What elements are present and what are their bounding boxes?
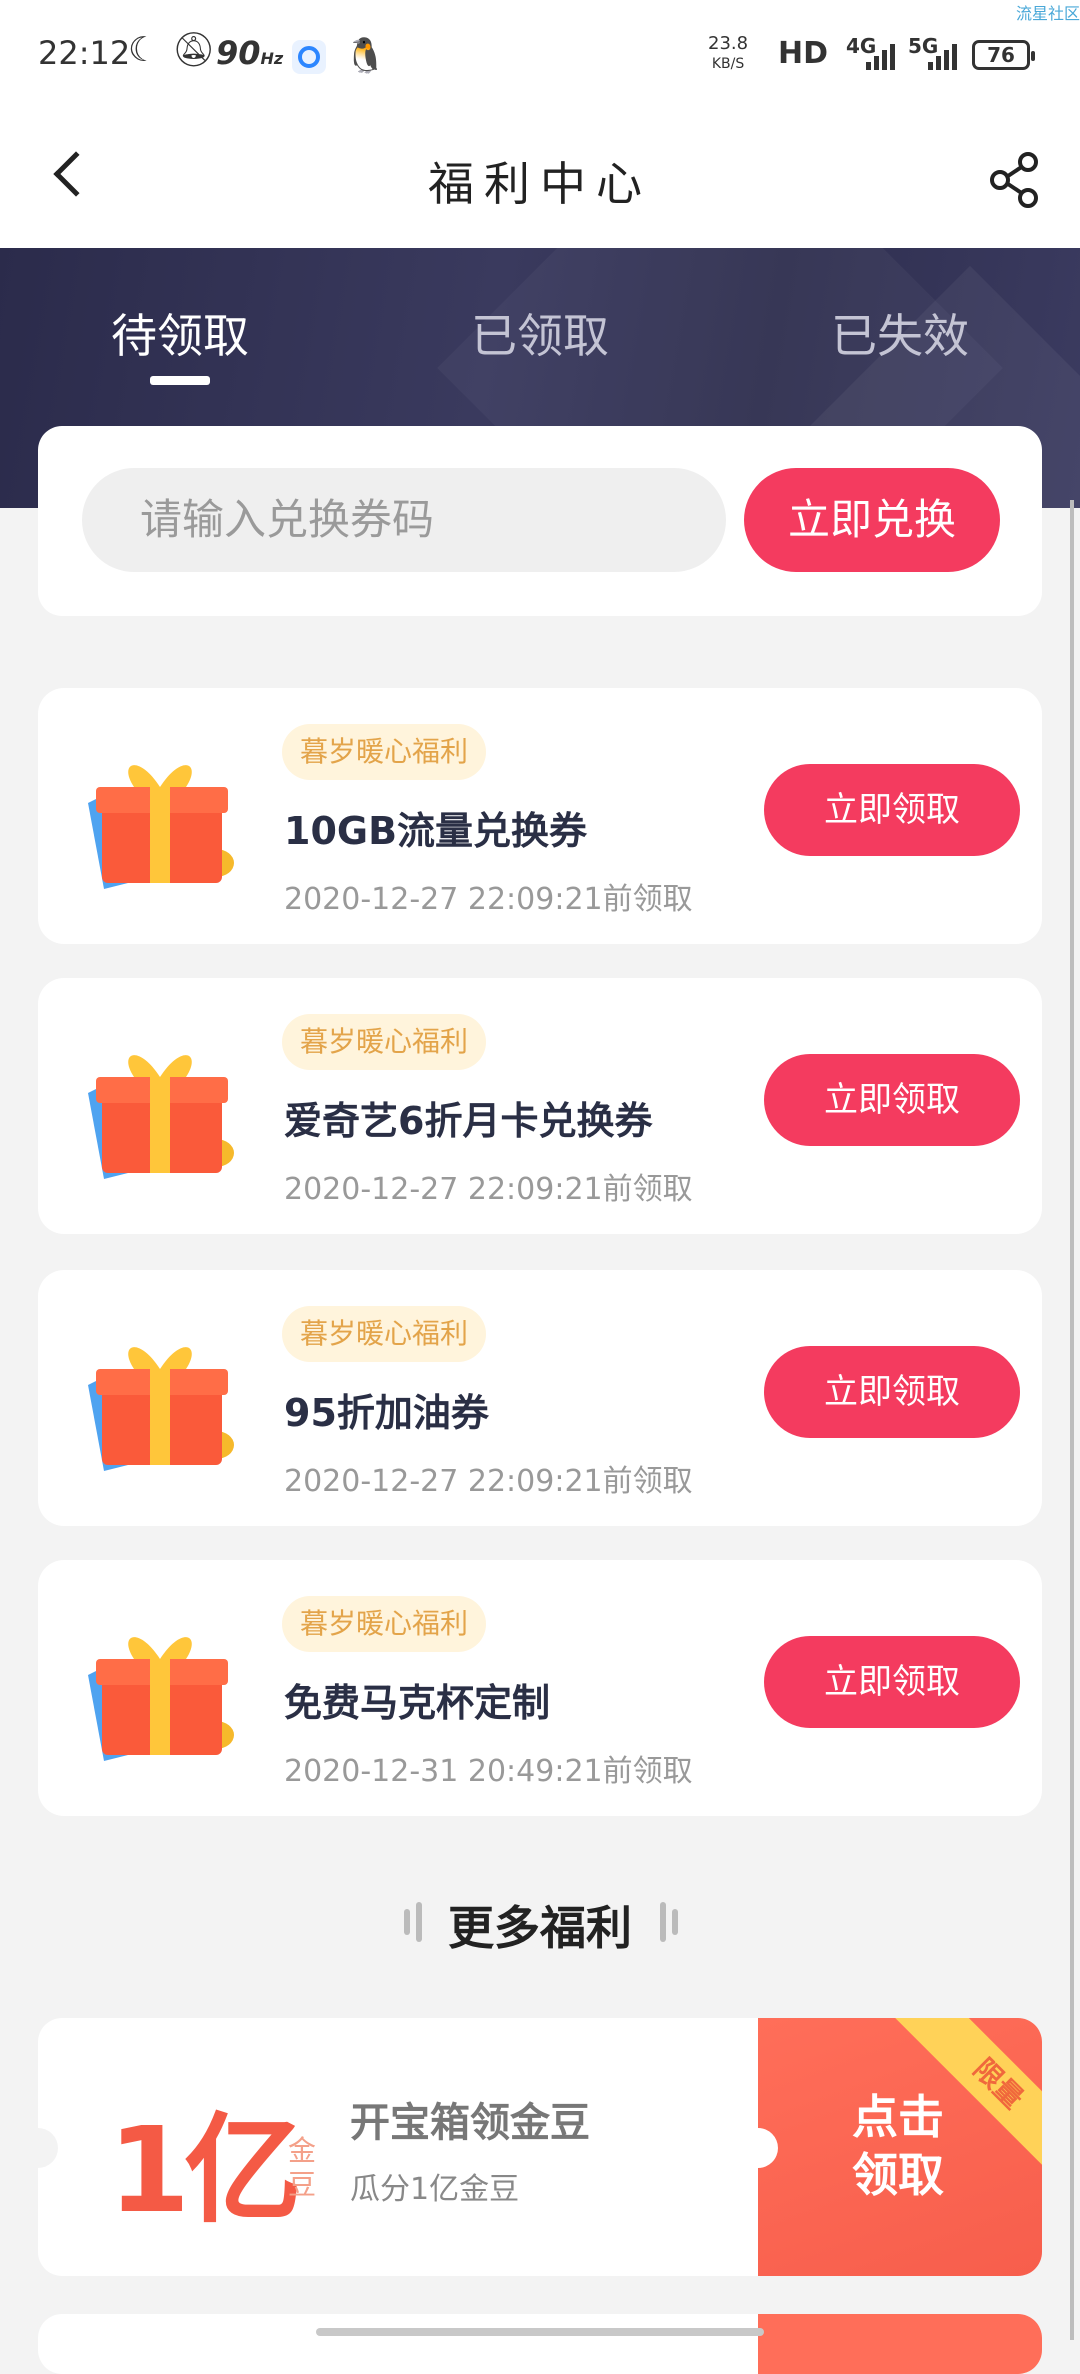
status-time: 22:12 bbox=[38, 34, 131, 72]
promo-cta-button[interactable]: 点击 领取 bbox=[798, 2088, 998, 2204]
promo-cta-panel[interactable]: 限量 点击 领取 bbox=[738, 2018, 1042, 2276]
nav-bar: 福利中心 bbox=[0, 110, 1080, 248]
network-speed: 23.8 KB/S bbox=[708, 33, 749, 73]
coupon-deadline: 2020-12-27 22:09:21前领取 bbox=[284, 1172, 693, 1207]
promo-unit: 金豆 bbox=[288, 2134, 317, 2201]
coupon-card: 暮岁暖心福利 95折加油券 2020-12-27 22:09:21前领取 立即领… bbox=[38, 1270, 1042, 1526]
bell-muted-icon: 🔕︎ bbox=[172, 30, 216, 70]
promo-subtitle: 瓜分1亿金豆 bbox=[350, 2172, 520, 2207]
gift-box-icon bbox=[88, 1637, 234, 1761]
redeem-button[interactable]: 立即兑换 bbox=[744, 468, 1000, 572]
claim-button[interactable]: 立即领取 bbox=[764, 764, 1020, 856]
qq-penguin-icon: 🐧 bbox=[344, 36, 387, 76]
claim-button[interactable]: 立即领取 bbox=[764, 1054, 1020, 1146]
ticket-notch bbox=[38, 2128, 58, 2168]
share-icon[interactable] bbox=[984, 150, 1044, 210]
refresh-rate: 90Hz bbox=[216, 34, 284, 72]
promo-amount: 1亿 bbox=[108, 2101, 302, 2239]
hd-indicator: HD bbox=[778, 36, 829, 71]
coupon-tag: 暮岁暖心福利 bbox=[282, 724, 487, 780]
active-tab-indicator bbox=[150, 376, 210, 385]
status-bar: 22:12 ☾ 🔕︎ 90Hz 🐧 23.8 KB/S HD 4G 5G 76 … bbox=[0, 0, 1080, 110]
watermark-text: 流星社区 bbox=[1016, 4, 1080, 23]
battery-icon: 76 bbox=[972, 40, 1035, 70]
redeem-code-input[interactable]: 请输入兑换券码 bbox=[82, 468, 726, 572]
promo-card[interactable]: 1亿 金豆 开宝箱领金豆 瓜分1亿金豆 限量 点击 领取 bbox=[38, 2018, 1042, 2276]
gift-box-icon bbox=[88, 1347, 234, 1471]
coupon-tag: 暮岁暖心福利 bbox=[282, 1596, 487, 1652]
gift-box-icon bbox=[88, 765, 234, 889]
coupon-deadline: 2020-12-31 20:49:21前领取 bbox=[284, 1754, 693, 1789]
tab-expired[interactable]: 已失效 bbox=[720, 300, 1080, 366]
promo-cta-panel bbox=[758, 2314, 1042, 2374]
coupon-card: 暮岁暖心福利 爱奇艺6折月卡兑换券 2020-12-27 22:09:21前领取… bbox=[38, 978, 1042, 1234]
tab-pending[interactable]: 待领取 bbox=[0, 300, 360, 366]
more-benefits-title: 更多福利 bbox=[448, 1901, 632, 1955]
claim-button[interactable]: 立即领取 bbox=[764, 1346, 1020, 1438]
gift-box-icon bbox=[88, 1055, 234, 1179]
coupon-name: 10GB流量兑换券 bbox=[284, 809, 588, 853]
coupon-name: 免费马克杯定制 bbox=[284, 1681, 551, 1725]
coupon-name: 爱奇艺6折月卡兑换券 bbox=[284, 1099, 653, 1143]
coupon-name: 95折加油券 bbox=[284, 1391, 489, 1435]
moon-icon: ☾ bbox=[128, 30, 159, 70]
home-indicator[interactable] bbox=[316, 2328, 764, 2336]
signal-4g-icon bbox=[866, 40, 896, 70]
tab-claimed[interactable]: 已领取 bbox=[360, 300, 720, 366]
scrollbar bbox=[1070, 500, 1074, 2340]
claim-button[interactable]: 立即领取 bbox=[764, 1636, 1020, 1728]
coupon-tag: 暮岁暖心福利 bbox=[282, 1014, 487, 1070]
redeem-card: 请输入兑换券码 立即兑换 bbox=[38, 426, 1042, 616]
signal-5g-icon bbox=[928, 40, 958, 70]
coupon-card: 暮岁暖心福利 10GB流量兑换券 2020-12-27 22:09:21前领取 … bbox=[38, 688, 1042, 944]
ticket-notch bbox=[738, 2128, 778, 2168]
page-title: 福利中心 bbox=[428, 157, 652, 211]
coupon-deadline: 2020-12-27 22:09:21前领取 bbox=[284, 1464, 693, 1499]
coupon-tag: 暮岁暖心福利 bbox=[282, 1306, 487, 1362]
coupon-card: 暮岁暖心福利 免费马克杯定制 2020-12-31 20:49:21前领取 立即… bbox=[38, 1560, 1042, 1816]
browser-app-icon bbox=[292, 40, 326, 74]
coupon-deadline: 2020-12-27 22:09:21前领取 bbox=[284, 882, 693, 917]
promo-title: 开宝箱领金豆 bbox=[350, 2100, 590, 2146]
promo-card-partial[interactable] bbox=[38, 2314, 1042, 2374]
